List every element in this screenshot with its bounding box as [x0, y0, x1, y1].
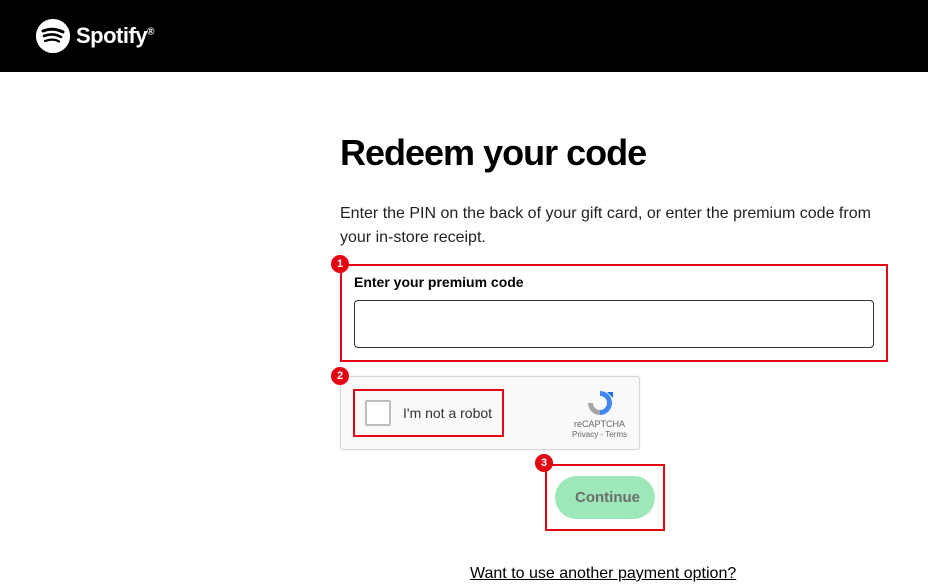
spotify-icon — [36, 19, 70, 53]
brand-name: Spotify® — [76, 23, 154, 49]
premium-code-input[interactable] — [354, 300, 874, 348]
step-badge-3: 3 — [535, 454, 553, 472]
code-field-box: 1 Enter your premium code — [340, 264, 888, 362]
continue-highlight: Continue — [545, 464, 665, 531]
recaptcha-label: I'm not a robot — [403, 405, 492, 421]
captcha-highlight: I'm not a robot — [353, 389, 504, 437]
app-header: Spotify® — [0, 0, 928, 72]
recaptcha-brand-text: reCAPTCHA — [574, 419, 625, 429]
captcha-section: 2 I'm not a robot reCAPTCHA Privacy - — [340, 376, 890, 450]
recaptcha-widget: I'm not a robot reCAPTCHA Privacy - Term… — [340, 376, 640, 450]
alt-payment-link[interactable]: Want to use another payment option? — [470, 565, 736, 583]
step-badge-2: 2 — [331, 367, 349, 385]
code-field-label: Enter your premium code — [354, 274, 874, 290]
recaptcha-privacy-link[interactable]: Privacy — [572, 430, 598, 439]
instructions-text: Enter the PIN on the back of your gift c… — [340, 202, 885, 250]
step-badge-1: 1 — [331, 255, 349, 273]
recaptcha-terms-link[interactable]: Terms — [605, 430, 627, 439]
main-content: Redeem your code Enter the PIN on the ba… — [0, 72, 890, 583]
recaptcha-branding: reCAPTCHA Privacy - Terms — [572, 388, 627, 439]
recaptcha-checkbox[interactable] — [365, 400, 391, 426]
continue-button[interactable]: Continue — [555, 476, 655, 519]
recaptcha-links: Privacy - Terms — [572, 430, 627, 439]
recaptcha-icon — [585, 388, 615, 418]
page-title: Redeem your code — [340, 132, 890, 174]
continue-section: 3 Continue — [545, 464, 665, 531]
brand-logo[interactable]: Spotify® — [36, 19, 154, 53]
